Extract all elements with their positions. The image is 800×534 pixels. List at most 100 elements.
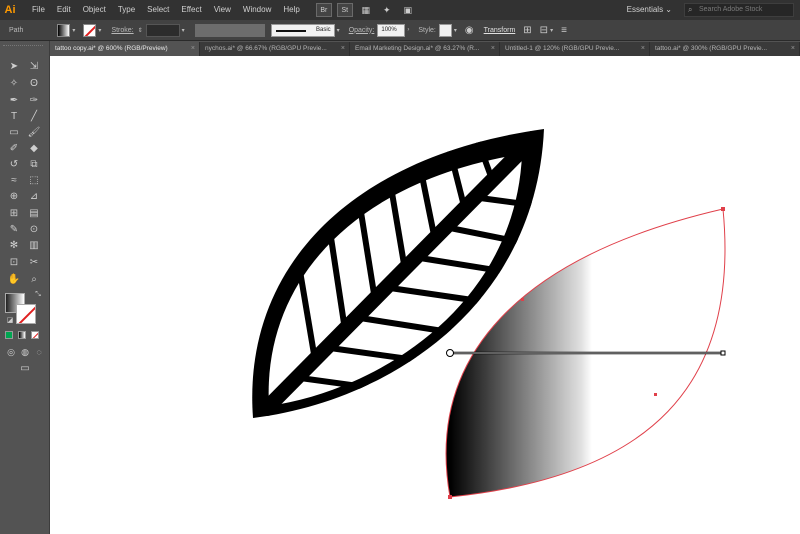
menu-select[interactable]: Select <box>141 0 175 20</box>
close-icon[interactable]: × <box>641 42 645 56</box>
zoom-icon[interactable]: ⌕ <box>26 272 42 286</box>
screen-mode-icon[interactable]: ▭ <box>17 361 33 375</box>
eraser-icon[interactable]: ◆ <box>26 141 42 155</box>
opacity-label[interactable]: Opacity: <box>349 27 375 34</box>
shape-builder-icon[interactable]: ⊕ <box>6 189 22 203</box>
tab-label: Email Marketing Design.ai* @ 63.27% (R..… <box>355 45 480 52</box>
selection-icon[interactable]: ➤ <box>6 59 22 73</box>
hand-icon[interactable]: ✋ <box>6 272 22 286</box>
close-icon[interactable]: × <box>791 42 795 56</box>
slice-icon[interactable]: ✂ <box>26 255 42 269</box>
close-icon[interactable]: × <box>491 42 495 56</box>
blend-icon[interactable]: ⊙ <box>26 222 42 236</box>
workspace-switcher[interactable]: Essentials ⌄ <box>596 3 676 17</box>
color-mode-icon[interactable] <box>5 331 13 339</box>
arrange-documents-icon[interactable]: ▦ <box>358 3 374 17</box>
opacity-arrow-icon[interactable]: › <box>407 27 409 33</box>
pen-icon[interactable]: ✒ <box>6 93 22 107</box>
paintbrush-icon[interactable]: 🖌 <box>26 125 42 139</box>
menu-effect[interactable]: Effect <box>175 0 207 20</box>
close-icon[interactable]: × <box>341 42 345 56</box>
brush-definition-field[interactable]: Basic <box>270 23 335 37</box>
rotate-icon[interactable]: ↺ <box>6 157 22 171</box>
magic-wand-icon[interactable]: ✧ <box>6 76 22 90</box>
tab-tattoo-copy[interactable]: tattoo copy.ai* @ 600% (RGB/Preview) × <box>50 42 200 56</box>
artboard-icon[interactable]: ⊡ <box>6 255 22 269</box>
gpu-performance-icon[interactable]: ✦ <box>379 3 395 17</box>
menu-file[interactable]: File <box>26 0 51 20</box>
tab-label: tattoo copy.ai* @ 600% (RGB/Preview) <box>55 45 168 52</box>
stock-button[interactable]: St <box>336 3 353 17</box>
tab-email-marketing[interactable]: Email Marketing Design.ai* @ 63.27% (R..… <box>350 42 500 56</box>
anchor-point[interactable] <box>721 207 725 211</box>
anchor-point[interactable] <box>654 393 657 396</box>
menu-type[interactable]: Type <box>112 0 141 20</box>
brush-label: Basic <box>316 27 331 33</box>
tab-untitled-1[interactable]: Untitled-1 @ 120% (RGB/GPU Previe... × <box>500 42 650 56</box>
layout-icon[interactable]: ▣ <box>400 3 416 17</box>
graphic-style-swatch[interactable] <box>438 23 452 37</box>
fill-swatch[interactable] <box>57 23 71 37</box>
menu-object[interactable]: Object <box>77 0 112 20</box>
opacity-field[interactable]: 100% <box>377 23 406 37</box>
fill-dropdown-icon[interactable]: ▾ <box>72 27 75 34</box>
tab-nychos[interactable]: nychos.ai* @ 66.67% (RGB/GPU Previe... × <box>200 42 350 56</box>
line-icon[interactable]: ╱ <box>26 109 42 123</box>
gradient-icon[interactable]: ▤ <box>26 206 42 220</box>
menu-items: File Edit Object Type Select Effect View… <box>26 0 306 20</box>
default-colors-icon[interactable]: ◪ <box>2 313 18 327</box>
menu-window[interactable]: Window <box>237 0 277 20</box>
draw-inside-icon[interactable]: ◌ <box>31 345 47 359</box>
bridge-button[interactable]: Br <box>315 3 332 17</box>
style-dropdown-icon[interactable]: ▾ <box>454 27 457 34</box>
menu-view[interactable]: View <box>208 0 237 20</box>
toolbar-grip[interactable] <box>3 45 43 49</box>
variable-width-field[interactable] <box>194 23 265 37</box>
free-transform-icon[interactable]: ⬚ <box>26 173 42 187</box>
stroke-dropdown-icon[interactable]: ▾ <box>98 27 101 34</box>
document-tabs: tattoo copy.ai* @ 600% (RGB/Preview) × n… <box>50 42 800 56</box>
swap-fill-stroke-icon[interactable]: ⤡ <box>30 288 46 302</box>
brush-dropdown-icon[interactable]: ▾ <box>337 27 340 34</box>
menu-help[interactable]: Help <box>277 0 305 20</box>
stroke-stepper-icon[interactable]: ⇕ <box>138 27 143 34</box>
perspective-icon[interactable]: ⊿ <box>26 189 42 203</box>
stroke-color-box[interactable] <box>16 304 36 324</box>
isolate-icon[interactable]: ⊟ <box>540 25 548 36</box>
stroke-weight-dropdown-icon[interactable]: ▾ <box>182 27 185 34</box>
rectangle-icon[interactable]: ▭ <box>6 125 22 139</box>
none-mode-icon[interactable] <box>31 331 39 339</box>
stroke-label[interactable]: Stroke: <box>111 27 133 34</box>
recolor-artwork-icon[interactable]: ◉ <box>465 25 474 36</box>
graph-icon[interactable]: ▥ <box>26 238 42 252</box>
panel-menu-icon[interactable]: ≡ <box>561 25 567 36</box>
artwork <box>252 129 726 499</box>
tab-tattoo[interactable]: tattoo.ai* @ 300% (RGB/GPU Previe... × <box>650 42 800 56</box>
symbol-sprayer-icon[interactable]: ✻ <box>6 238 22 252</box>
scale-icon[interactable]: ⧉ <box>26 157 42 171</box>
warp-icon[interactable]: ≈ <box>6 173 22 187</box>
anchor-point[interactable] <box>448 495 452 499</box>
menu-edit[interactable]: Edit <box>51 0 77 20</box>
stroke-swatch[interactable] <box>83 23 97 37</box>
menu-bar: Ai File Edit Object Type Select Effect V… <box>0 0 800 20</box>
stock-search-input[interactable]: ⌕ Search Adobe Stock <box>684 3 794 17</box>
eyedropper-icon[interactable]: ✎ <box>6 222 22 236</box>
direct-selection-icon[interactable]: ⇲ <box>26 59 42 73</box>
anchor-point[interactable] <box>521 298 524 301</box>
type-icon[interactable]: T <box>6 109 22 123</box>
shaper-icon[interactable]: ✐ <box>6 141 22 155</box>
align-icon[interactable]: ⊞ <box>523 25 531 36</box>
mesh-icon[interactable]: ⊞ <box>6 206 22 220</box>
close-icon[interactable]: × <box>191 42 195 56</box>
gradient-end-handle[interactable] <box>720 350 726 356</box>
stroke-weight-field[interactable] <box>145 23 180 37</box>
curvature-icon[interactable]: ✑ <box>26 93 42 107</box>
artboard-canvas[interactable] <box>50 56 800 534</box>
gradient-origin-handle[interactable] <box>446 349 454 357</box>
tab-label: Untitled-1 @ 120% (RGB/GPU Previe... <box>505 45 620 52</box>
transform-link[interactable]: Transform <box>484 27 516 34</box>
lasso-icon[interactable]: ʘ <box>26 76 42 90</box>
align-dropdown-icon[interactable]: ▾ <box>550 27 553 34</box>
gradient-mode-icon[interactable] <box>18 331 26 339</box>
